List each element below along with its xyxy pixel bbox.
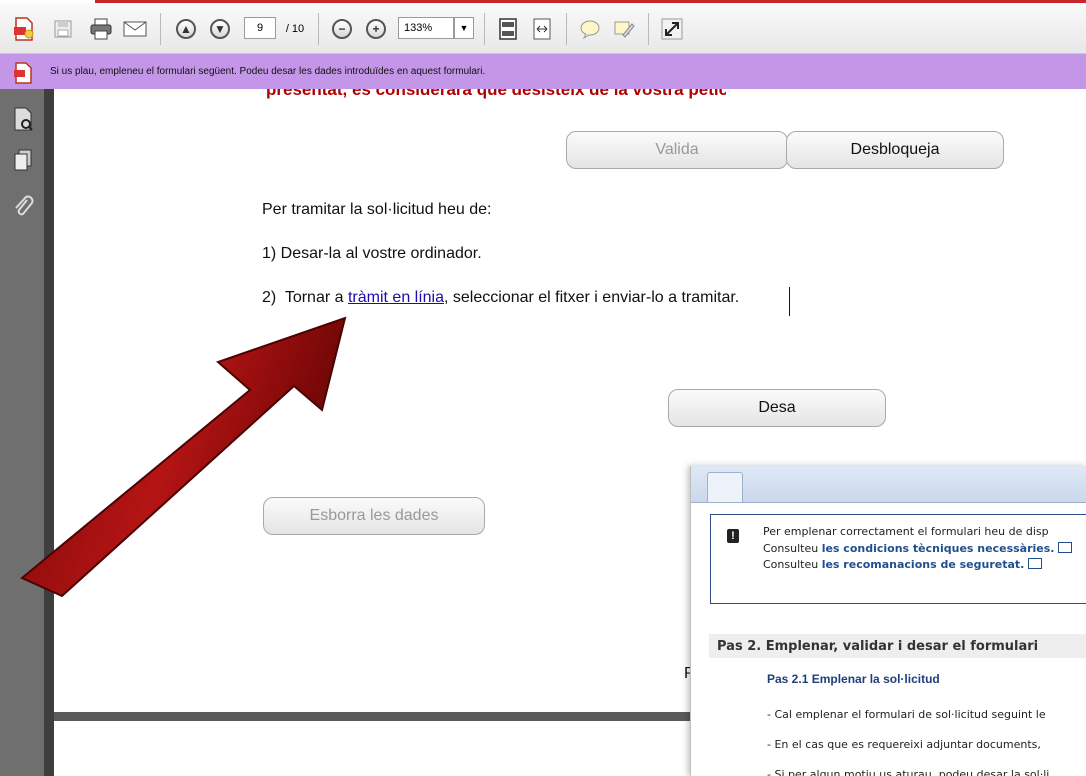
highlight-text-icon[interactable] <box>612 17 636 41</box>
browser-tab[interactable] <box>707 472 743 502</box>
notice-line-2: Consulteu les condicions tècniques neces… <box>763 541 1073 555</box>
toolbar-separator <box>566 13 567 45</box>
notice-line-3-prefix: Consulteu <box>763 558 822 571</box>
browser-overlay-window: ! Per emplenar correctament el formulari… <box>690 466 1086 776</box>
pas-2-1-heading: Pas 2.1 Emplenar la sol·licitud <box>767 672 940 686</box>
cut-off-text: presentat, es considerarà que desisteix … <box>266 89 726 99</box>
print-icon[interactable] <box>88 17 114 41</box>
minus-icon: − <box>332 19 352 39</box>
red-arrow-annotation <box>20 316 347 598</box>
pas-2-heading: Pas 2. Emplenar, validar i desar el form… <box>717 639 1039 654</box>
email-icon[interactable] <box>122 17 148 41</box>
pdf-toolbar: ▲ ▼ 9 / 10 − + 133% ▼ <box>0 3 1086 54</box>
full-screen-button[interactable] <box>660 17 684 41</box>
instructions-step-1: 1) Desar-la al vostre ordinador. <box>262 245 482 262</box>
desa-button[interactable]: Desa <box>668 389 886 427</box>
pas-2-heading-bar: Pas 2. Emplenar, validar i desar el form… <box>709 634 1086 658</box>
desbloqueja-button[interactable]: Desbloqueja <box>786 131 1004 169</box>
instruction-bullet: - Si per algun motiu us aturau, podeu de… <box>767 768 1050 776</box>
technical-conditions-link[interactable]: les condicions tècniques necessàries. <box>822 542 1055 555</box>
instructions-intro: Per tramitar la sol·licitud heu de: <box>262 201 492 218</box>
toolbar-separator <box>648 13 649 45</box>
instruction-bullet: - Cal emplenar el formulari de sol·licit… <box>767 708 1046 721</box>
zoom-out-button[interactable]: − <box>330 17 354 41</box>
exclamation-icon: ! <box>727 529 739 543</box>
instruction-bullet: - En el cas que es requereixi adjuntar d… <box>767 738 1041 751</box>
valida-button[interactable]: Valida <box>566 131 788 169</box>
arrow-up-icon: ▲ <box>176 19 196 39</box>
technical-notice-box: ! Per emplenar correctament el formulari… <box>710 514 1086 604</box>
page-number-input[interactable]: 9 <box>244 17 276 39</box>
page-separator <box>54 712 694 721</box>
fit-page-button[interactable] <box>496 17 520 41</box>
comment-icon[interactable] <box>578 17 602 41</box>
pages-icon[interactable] <box>12 149 34 176</box>
page-thumbnails-icon[interactable] <box>12 107 34 136</box>
arrow-down-icon: ▼ <box>210 19 230 39</box>
plus-icon: + <box>366 19 386 39</box>
save-icon[interactable] <box>52 17 74 41</box>
external-window-icon <box>1028 558 1043 569</box>
create-pdf-icon[interactable] <box>12 17 36 41</box>
page-total-label: / 10 <box>285 23 305 35</box>
attachment-icon[interactable] <box>12 195 34 224</box>
tramit-en-linia-link[interactable]: tràmit en línia <box>348 289 444 306</box>
next-page-button[interactable]: ▼ <box>208 17 232 41</box>
form-notification-message: Si us plau, empleneu el formulari següen… <box>50 66 486 77</box>
toolbar-separator <box>160 13 161 45</box>
fit-width-button[interactable] <box>530 17 554 41</box>
external-window-icon <box>1058 542 1073 553</box>
zoom-in-button[interactable]: + <box>364 17 388 41</box>
form-notification-bar: Si us plau, empleneu el formulari següen… <box>0 54 1086 90</box>
notice-line-3: Consulteu les recomanacions de seguretat… <box>763 557 1043 571</box>
previous-page-button[interactable]: ▲ <box>174 17 198 41</box>
toolbar-separator <box>318 13 319 45</box>
notice-line-1: Per emplenar correctament el formulari h… <box>763 525 1049 538</box>
toolbar-separator <box>484 13 485 45</box>
zoom-dropdown-button[interactable]: ▼ <box>454 17 474 39</box>
step-2-suffix: , seleccionar el fitxer i enviar-lo a tr… <box>444 289 740 306</box>
notice-line-2-prefix: Consulteu <box>763 542 822 555</box>
chevron-down-icon: ▼ <box>459 23 469 33</box>
form-icon <box>12 62 34 89</box>
text-cursor <box>789 287 790 316</box>
security-recommendations-link[interactable]: les recomanacions de seguretat. <box>822 558 1025 571</box>
browser-tab-bar <box>691 466 1086 503</box>
cut-off-line: presentat, es considerarà que desisteix … <box>266 89 726 99</box>
zoom-level-field[interactable]: 133% <box>398 17 454 39</box>
